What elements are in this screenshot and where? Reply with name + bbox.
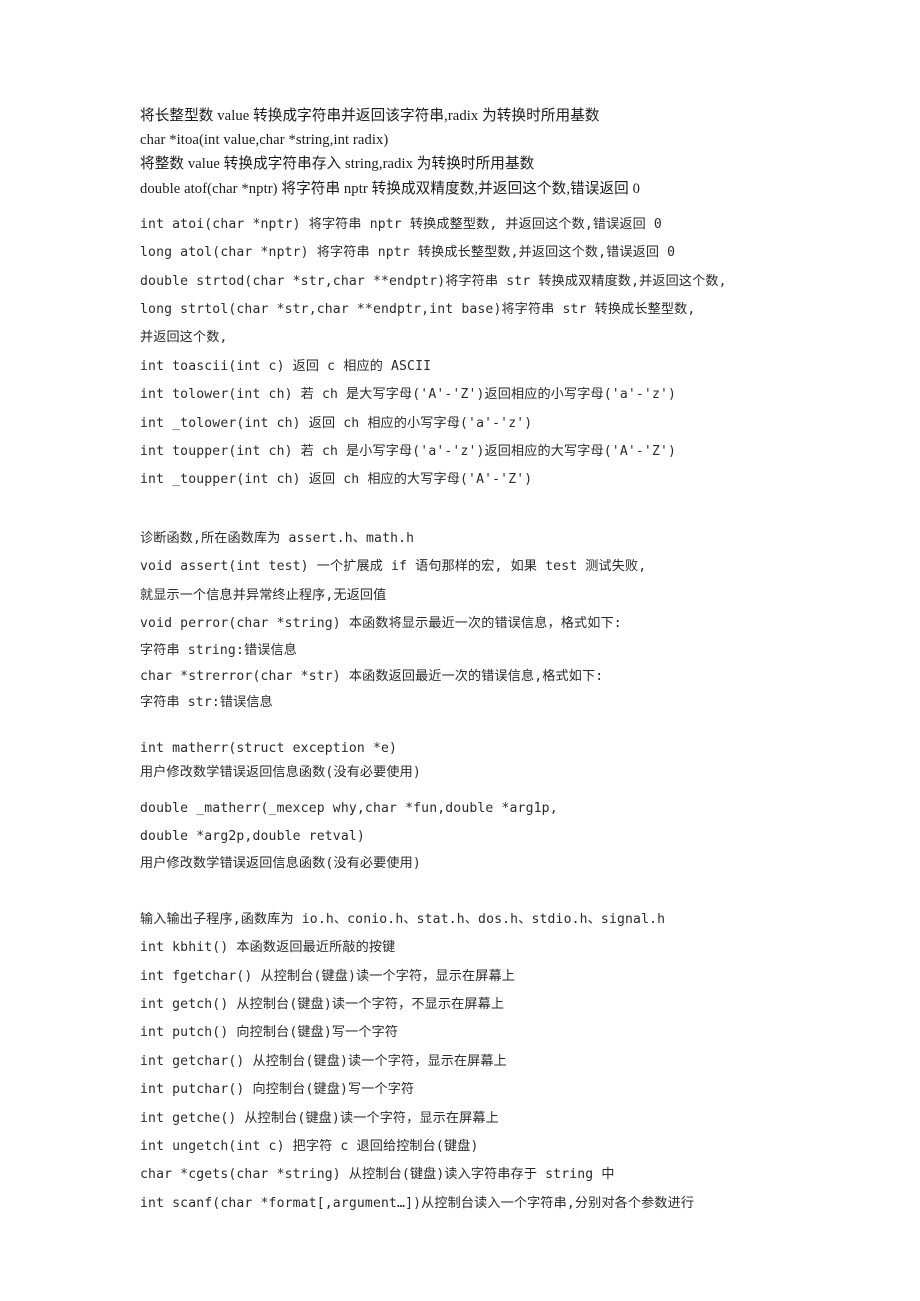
text-line: long strtol(char *str,char **endptr,int …: [140, 302, 696, 318]
text-line: 就显示一个信息并异常终止程序,无返回值: [140, 587, 387, 603]
text-line: 字符串 str:错误信息: [140, 694, 273, 710]
text-line: int getche() 从控制台(键盘)读一个字符，显示在屏幕上: [140, 1110, 499, 1126]
text-line: double *arg2p,double retval): [140, 829, 365, 845]
text-block-strerror-format: 字符串 str:错误信息: [140, 691, 840, 715]
text-line: int ungetch(int c) 把字符 c 退回给控制台(键盘): [140, 1138, 479, 1154]
text-line: double _matherr(_mexcep why,char *fun,do…: [140, 800, 558, 816]
text-line: char *itoa(int value,char *string,int ra…: [140, 132, 389, 149]
text-line: int scanf(char *format[,argument…])从控制台读…: [140, 1195, 695, 1211]
text-line: char *cgets(char *string) 从控制台(键盘)读入字符串存…: [140, 1167, 615, 1183]
document-text-body: 将长整型数 value 转换成字符串并返回该字符串,radix 为转换时所用基数…: [140, 104, 840, 1218]
text-line: 字符串 string:错误信息: [140, 642, 297, 658]
text-line: 并返回这个数,: [140, 330, 228, 346]
text-line: int putchar() 向控制台(键盘)写一个字符: [140, 1082, 415, 1098]
text-line: int matherr(struct exception *e): [140, 740, 398, 756]
text-line: void perror(char *string) 本函数将显示最近一次的错误信…: [140, 616, 622, 632]
text-line: int getchar() 从控制台(键盘)读一个字符，显示在屏幕上: [140, 1053, 507, 1069]
text-block-strerror: char *strerror(char *str) 本函数返回最近一次的错误信息…: [140, 663, 840, 691]
text-line: long atol(char *nptr) 将字符串 nptr 转换成长整型数,…: [140, 245, 676, 261]
text-block-matherr-underscore-note: 用户修改数学错误返回信息函数(没有必要使用): [140, 852, 840, 876]
text-line: int getch() 从控制台(键盘)读一个字符，不显示在屏幕上: [140, 996, 505, 1012]
text-block-conversion-mono: int atoi(char *nptr) 将字符串 nptr 转换成整型数, 并…: [140, 211, 840, 495]
text-block-perror-format: 字符串 string:错误信息: [140, 639, 840, 663]
text-block-matherr: int matherr(struct exception *e) 用户修改数学错…: [140, 737, 840, 785]
text-line: char *strerror(char *str) 本函数返回最近一次的错误信息…: [140, 668, 604, 684]
text-line: int _toupper(int ch) 返回 ch 相应的大写字母('A'-'…: [140, 472, 533, 488]
text-line: int toupper(int ch) 若 ch 是小写字母('a'-'z')返…: [140, 444, 677, 460]
text-line: 用户修改数学错误返回信息函数(没有必要使用): [140, 855, 421, 871]
text-line: int kbhit() 本函数返回最近所敲的按键: [140, 940, 396, 956]
text-block-io-section: 输入输出子程序,函数库为 io.h、conio.h、stat.h、dos.h、s…: [140, 906, 840, 1218]
text-line: int toascii(int c) 返回 c 相应的 ASCII: [140, 358, 432, 374]
text-line: double strtod(char *str,char **endptr)将字…: [140, 273, 727, 289]
text-line: int putch() 向控制台(键盘)写一个字符: [140, 1025, 399, 1041]
text-line: 将整数 value 转换成字符串存入 string,radix 为转换时所用基数: [140, 156, 535, 173]
text-block-conversion-serif: 将长整型数 value 转换成字符串并返回该字符串,radix 为转换时所用基数…: [140, 104, 840, 201]
text-block-matherr-underscore: double _matherr(_mexcep why,char *fun,do…: [140, 795, 840, 852]
text-line: int tolower(int ch) 若 ch 是大写字母('A'-'Z')返…: [140, 387, 677, 403]
text-line: int fgetchar() 从控制台(键盘)读一个字符，显示在屏幕上: [140, 968, 515, 984]
text-line: int _tolower(int ch) 返回 ch 相应的小写字母('a'-'…: [140, 415, 533, 431]
text-line: 输入输出子程序,函数库为 io.h、conio.h、stat.h、dos.h、s…: [140, 911, 666, 927]
text-line: int atoi(char *nptr) 将字符串 nptr 转换成整型数, 并…: [140, 216, 662, 232]
text-line: 将长整型数 value 转换成字符串并返回该字符串,radix 为转换时所用基数: [140, 108, 600, 124]
text-line: 诊断函数,所在函数库为 assert.h、math.h: [140, 530, 415, 546]
text-line: void assert(int test) 一个扩展成 if 语句那样的宏, 如…: [140, 559, 647, 575]
text-block-diagnostic: 诊断函数,所在函数库为 assert.h、math.h void assert(…: [140, 525, 840, 639]
text-line: 用户修改数学错误返回信息函数(没有必要使用): [140, 764, 421, 780]
text-line: double atof(char *nptr) 将字符串 nptr 转换成双精度…: [140, 180, 641, 197]
document-page: 将长整型数 value 转换成字符串并返回该字符串,radix 为转换时所用基数…: [0, 0, 920, 1301]
